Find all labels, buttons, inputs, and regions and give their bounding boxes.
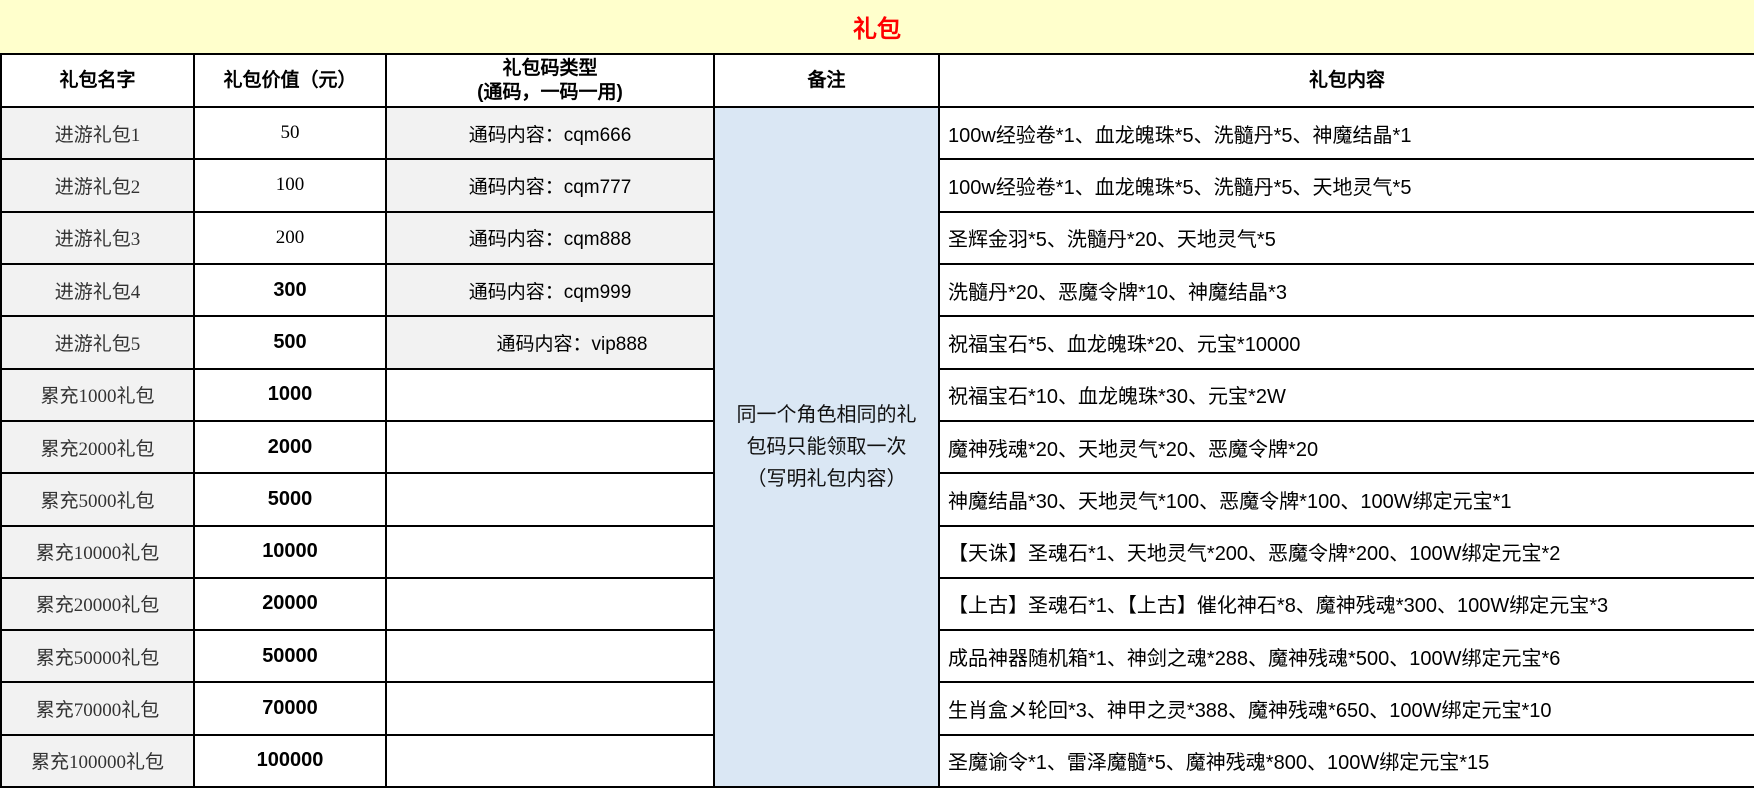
code-text: 通码内容：cqm777 [469, 172, 632, 199]
package-name-cell[interactable]: 累充70000礼包 [0, 683, 195, 735]
table-row: 累充20000礼包 20000 [0, 579, 715, 631]
remark-merged-cell[interactable]: 同一个角色相同的礼 包码只能领取一次 （写明礼包内容） [715, 108, 940, 788]
header-code-type[interactable]: 礼包码类型 (通码，一码一用) [387, 55, 715, 108]
package-value-cell[interactable]: 500 [195, 317, 387, 369]
package-name-cell[interactable]: 累充20000礼包 [0, 579, 195, 631]
header-code-type-line2: (通码，一码一用) [477, 81, 623, 105]
table-row: 进游礼包5 500 通码内容：vip888 [0, 317, 715, 369]
left-columns: 进游礼包1 50 通码内容：cqm666 进游礼包2 100 通码内容：cqm7… [0, 108, 715, 788]
table-row: 进游礼包1 50 通码内容：cqm666 [0, 108, 715, 160]
header-package-name[interactable]: 礼包名字 [0, 55, 195, 108]
table-row: 累充1000礼包 1000 [0, 370, 715, 422]
table-row: 累充2000礼包 2000 [0, 422, 715, 474]
table-row: 累充100000礼包 100000 [0, 736, 715, 788]
package-name-cell[interactable]: 累充50000礼包 [0, 631, 195, 683]
table-row: 进游礼包2 100 通码内容：cqm777 [0, 160, 715, 212]
code-cell[interactable] [387, 579, 715, 631]
package-content-cell[interactable]: 100w经验卷*1、血龙魄珠*5、洗髓丹*5、天地灵气*5 [940, 160, 1754, 212]
package-value-cell[interactable]: 1000 [195, 370, 387, 422]
code-cell[interactable]: 通码内容：cqm999 [387, 265, 715, 317]
package-content-cell[interactable]: 【上古】圣魂石*1、【上古】催化神石*8、魔神残魂*300、100W绑定元宝*3 [940, 579, 1754, 631]
package-name-cell[interactable]: 进游礼包3 [0, 213, 195, 265]
package-content-cell[interactable]: 成品神器随机箱*1、神剑之魂*288、魔神残魂*500、100W绑定元宝*6 [940, 631, 1754, 683]
package-content-cell[interactable]: 祝福宝石*10、血龙魄珠*30、元宝*2W [940, 370, 1754, 422]
package-value-cell[interactable]: 100000 [195, 736, 387, 788]
package-value-cell[interactable]: 300 [195, 265, 387, 317]
content-column: 100w经验卷*1、血龙魄珠*5、洗髓丹*5、神魔结晶*1 100w经验卷*1、… [940, 108, 1754, 788]
table-body: 进游礼包1 50 通码内容：cqm666 进游礼包2 100 通码内容：cqm7… [0, 108, 1754, 788]
code-cell[interactable] [387, 527, 715, 579]
code-cell[interactable] [387, 370, 715, 422]
package-content-cell[interactable]: 魔神残魂*20、天地灵气*20、恶魔令牌*20 [940, 422, 1754, 474]
header-code-type-line1: 礼包码类型 [502, 57, 597, 81]
package-name-cell[interactable]: 累充2000礼包 [0, 422, 195, 474]
table-row: 累充5000礼包 5000 [0, 474, 715, 526]
package-content-cell[interactable]: 圣魔谕令*1、雷泽魔髓*5、魔神残魂*800、100W绑定元宝*15 [940, 736, 1754, 788]
header-row: 礼包名字 礼包价值（元） 礼包码类型 (通码，一码一用) 备注 礼包内容 [0, 55, 1754, 108]
header-content[interactable]: 礼包内容 [940, 55, 1754, 108]
table-row: 累充50000礼包 50000 [0, 631, 715, 683]
package-value-cell[interactable]: 100 [195, 160, 387, 212]
code-cell[interactable]: 通码内容：cqm777 [387, 160, 715, 212]
package-name-cell[interactable]: 累充100000礼包 [0, 736, 195, 788]
code-cell[interactable]: 通码内容：cqm888 [387, 213, 715, 265]
package-value-cell[interactable]: 200 [195, 213, 387, 265]
package-content-cell[interactable]: 生肖盒メ轮回*3、神甲之灵*388、魔神残魂*650、100W绑定元宝*10 [940, 683, 1754, 735]
package-content-cell[interactable]: 100w经验卷*1、血龙魄珠*5、洗髓丹*5、神魔结晶*1 [940, 108, 1754, 160]
code-cell[interactable] [387, 631, 715, 683]
remark-line: （写明礼包内容） [747, 463, 907, 495]
package-name-cell[interactable]: 累充1000礼包 [0, 370, 195, 422]
code-text: 通码内容：cqm666 [469, 120, 632, 147]
package-name-cell[interactable]: 进游礼包5 [0, 317, 195, 369]
code-cell[interactable] [387, 736, 715, 788]
code-cell[interactable]: 通码内容：vip888 [387, 317, 715, 369]
package-value-cell[interactable]: 20000 [195, 579, 387, 631]
package-value-cell[interactable]: 5000 [195, 474, 387, 526]
package-name-cell[interactable]: 进游礼包1 [0, 108, 195, 160]
code-cell[interactable] [387, 474, 715, 526]
code-cell[interactable] [387, 683, 715, 735]
code-cell[interactable] [387, 422, 715, 474]
code-text: 通码内容：cqm888 [469, 224, 632, 251]
package-content-cell[interactable]: 祝福宝石*5、血龙魄珠*20、元宝*10000 [940, 317, 1754, 369]
table-row: 累充10000礼包 10000 [0, 527, 715, 579]
package-content-cell[interactable]: 圣辉金羽*5、洗髓丹*20、天地灵气*5 [940, 213, 1754, 265]
header-package-value[interactable]: 礼包价值（元） [195, 55, 387, 108]
table-row: 进游礼包3 200 通码内容：cqm888 [0, 213, 715, 265]
sheet-title-cell[interactable]: 礼包 [0, 0, 1754, 55]
table-row: 进游礼包4 300 通码内容：cqm999 [0, 265, 715, 317]
table-row: 累充70000礼包 70000 [0, 683, 715, 735]
package-value-cell[interactable]: 50000 [195, 631, 387, 683]
package-content-cell[interactable]: 洗髓丹*20、恶魔令牌*10、神魔结晶*3 [940, 265, 1754, 317]
remark-line: 包码只能领取一次 [747, 431, 907, 463]
remark-line: 同一个角色相同的礼 [737, 399, 917, 431]
gift-package-sheet: 礼包 礼包名字 礼包价值（元） 礼包码类型 (通码，一码一用) 备注 礼包内容 … [0, 0, 1754, 788]
package-value-cell[interactable]: 2000 [195, 422, 387, 474]
header-remark[interactable]: 备注 [715, 55, 940, 108]
code-cell[interactable]: 通码内容：cqm666 [387, 108, 715, 160]
package-value-cell[interactable]: 10000 [195, 527, 387, 579]
package-content-cell[interactable]: 【天诛】圣魂石*1、天地灵气*200、恶魔令牌*200、100W绑定元宝*2 [940, 527, 1754, 579]
package-name-cell[interactable]: 进游礼包4 [0, 265, 195, 317]
sheet-title: 礼包 [853, 9, 901, 44]
code-text: 通码内容：cqm999 [469, 277, 632, 304]
package-name-cell[interactable]: 累充10000礼包 [0, 527, 195, 579]
code-text: 通码内容：vip888 [497, 329, 648, 356]
package-value-cell[interactable]: 50 [195, 108, 387, 160]
package-content-cell[interactable]: 神魔结晶*30、天地灵气*100、恶魔令牌*100、100W绑定元宝*1 [940, 474, 1754, 526]
package-name-cell[interactable]: 累充5000礼包 [0, 474, 195, 526]
package-name-cell[interactable]: 进游礼包2 [0, 160, 195, 212]
package-value-cell[interactable]: 70000 [195, 683, 387, 735]
